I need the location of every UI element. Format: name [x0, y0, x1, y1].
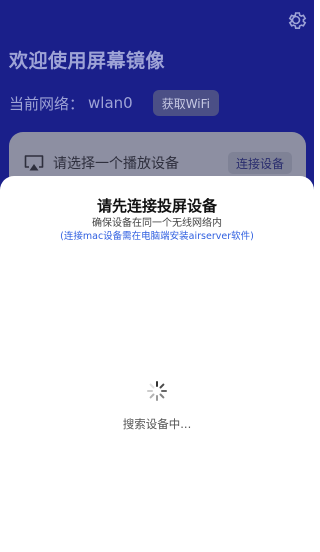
cast-icon: [24, 155, 44, 171]
network-label: 当前网络：: [9, 94, 85, 113]
search-status: 搜索设备中...: [122, 417, 192, 431]
get-wifi-button[interactable]: 获取WiFi: [152, 90, 220, 116]
sheet-title: 请先连接投屏设备: [96, 197, 217, 215]
connect-device-sheet: 请先连接投屏设备 确保设备在同一个无线网络内 (连接mac设备需在电脑端安装ai…: [0, 176, 314, 552]
device-select-prompt: 请选择一个播放设备: [53, 156, 179, 172]
page-title: 欢迎使用屏幕镜像: [9, 50, 166, 72]
sheet-hint: (连接mac设备需在电脑端安装airserver软件): [60, 231, 254, 242]
connect-device-button[interactable]: 连接设备: [227, 152, 292, 174]
device-select-row[interactable]: 请选择一个播放设备 连接设备: [23, 152, 292, 174]
loading-spinner-icon: [147, 381, 167, 401]
network-row: 当前网络： wlan0 获取WiFi: [9, 89, 220, 117]
network-value: wlan0: [88, 94, 133, 112]
gear-icon[interactable]: [284, 8, 308, 32]
sheet-subtitle: 确保设备在同一个无线网络内: [92, 218, 222, 229]
